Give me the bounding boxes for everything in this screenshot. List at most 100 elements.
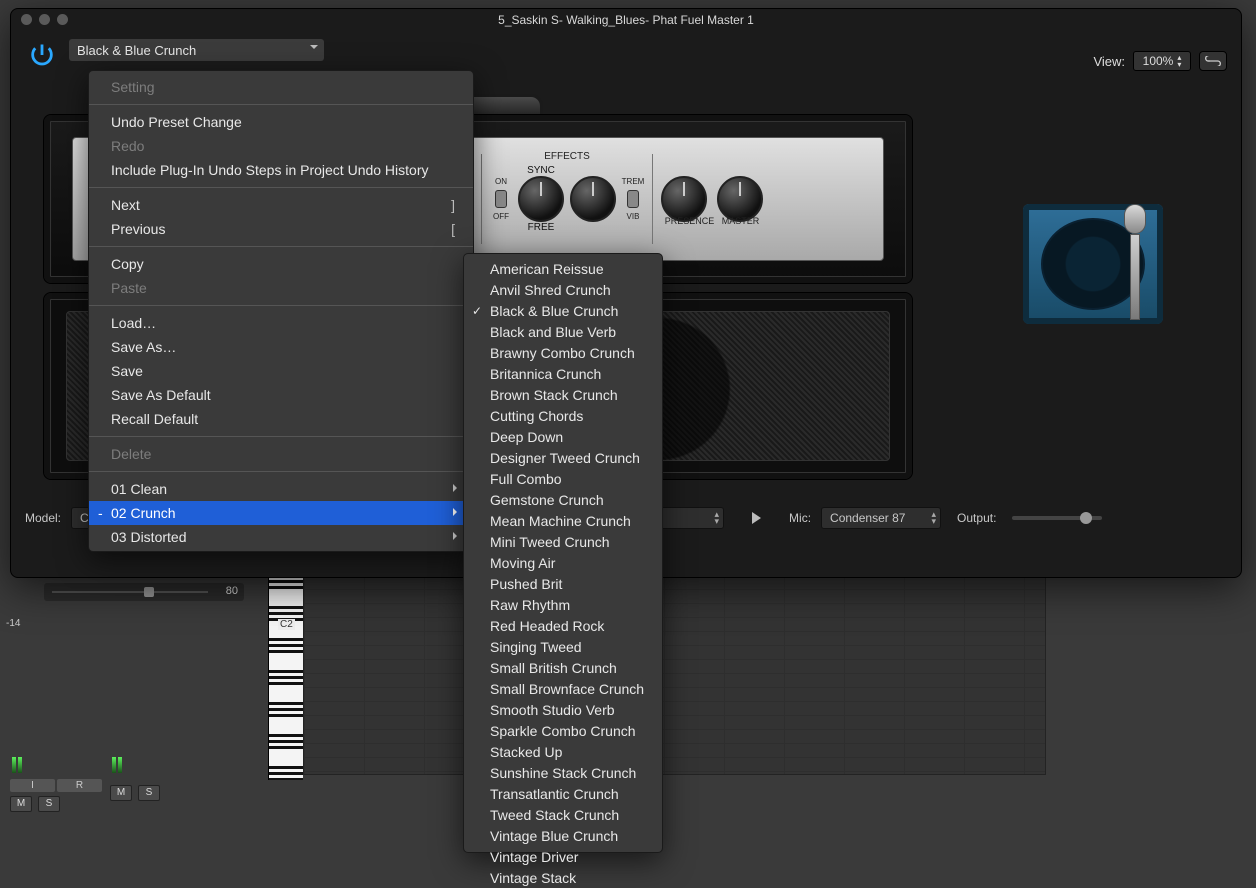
shortcut-key: ] — [451, 196, 455, 214]
view-label: View: — [1093, 54, 1125, 69]
minimize-icon[interactable] — [39, 14, 50, 25]
menu-redo[interactable]: Redo — [89, 134, 473, 158]
submenu-item-label: Moving Air — [490, 555, 555, 571]
window-traffic-lights[interactable] — [21, 14, 68, 25]
mic-value: Condenser 87 — [830, 511, 905, 525]
preset-dropdown[interactable]: Black & Blue Crunch — [69, 39, 324, 61]
presence-label: PRESENCE — [665, 216, 715, 226]
input-button[interactable]: I — [10, 779, 55, 792]
submenu-item[interactable]: Anvil Shred Crunch — [464, 279, 662, 300]
submenu-item[interactable]: Britannica Crunch — [464, 363, 662, 384]
menu-delete[interactable]: Delete — [89, 442, 473, 466]
submenu-item[interactable]: Cutting Chords — [464, 405, 662, 426]
submenu-item[interactable]: Red Headed Rock — [464, 615, 662, 636]
submenu-item[interactable]: Small Brownface Crunch — [464, 678, 662, 699]
dash-indicator: - — [98, 504, 103, 522]
menu-category-crunch[interactable]: - 02 Crunch — [89, 501, 473, 525]
depth-knob[interactable] — [570, 176, 616, 222]
window-titlebar[interactable]: 5_Saskin S- Walking_Blues- Phat Fuel Mas… — [11, 9, 1241, 31]
submenu-item[interactable]: Transatlantic Crunch — [464, 783, 662, 804]
power-button[interactable] — [25, 38, 59, 72]
menu-separator — [89, 436, 473, 437]
menu-include-undo[interactable]: Include Plug-In Undo Steps in Project Un… — [89, 158, 473, 182]
submenu-item[interactable]: Sparkle Combo Crunch — [464, 720, 662, 741]
submenu-item-label: Brown Stack Crunch — [490, 387, 618, 403]
submenu-item-label: Black & Blue Crunch — [490, 303, 618, 319]
trem-vib-switch[interactable]: TREM VIB — [622, 177, 644, 221]
play-button[interactable] — [752, 512, 761, 524]
submenu-item[interactable]: American Reissue — [464, 258, 662, 279]
record-button[interactable]: R — [57, 779, 102, 792]
submenu-item[interactable]: Vintage Stack — [464, 867, 662, 888]
submenu-item[interactable]: Raw Rhythm — [464, 594, 662, 615]
submenu-item[interactable]: Moving Air — [464, 552, 662, 573]
submenu-item-label: American Reissue — [490, 261, 604, 277]
submenu-item[interactable]: Mean Machine Crunch — [464, 510, 662, 531]
menu-undo-preset[interactable]: Undo Preset Change — [89, 110, 473, 134]
level-meter — [110, 755, 202, 775]
menu-paste[interactable]: Paste — [89, 276, 473, 300]
menu-previous[interactable]: Previous [ — [89, 217, 473, 241]
solo-button[interactable]: S — [138, 785, 160, 801]
link-icon — [1205, 56, 1221, 66]
submenu-item[interactable]: Stacked Up — [464, 741, 662, 762]
effects-on-off-switch[interactable]: ON OFF — [490, 177, 512, 221]
mic-select[interactable]: Condenser 87 ▴▾ — [821, 507, 941, 529]
menu-copy[interactable]: Copy — [89, 252, 473, 276]
submenu-item[interactable]: Deep Down — [464, 426, 662, 447]
chevron-right-icon — [453, 508, 461, 516]
menu-next[interactable]: Next ] — [89, 193, 473, 217]
mute-button[interactable]: M — [110, 785, 132, 801]
piano-c2-label: C2 — [278, 619, 295, 630]
velocity-slider[interactable]: 80 — [44, 583, 244, 601]
submenu-item[interactable]: Singing Tweed — [464, 636, 662, 657]
menu-save-default[interactable]: Save As Default — [89, 383, 473, 407]
submenu-item[interactable]: Brawny Combo Crunch — [464, 342, 662, 363]
output-label: Output: — [957, 511, 996, 525]
output-slider[interactable] — [1012, 516, 1102, 520]
submenu-item[interactable]: Sunshine Stack Crunch — [464, 762, 662, 783]
submenu-item[interactable]: Vintage Driver — [464, 846, 662, 867]
submenu-item-label: Sunshine Stack Crunch — [490, 765, 636, 781]
solo-button[interactable]: S — [38, 796, 60, 812]
submenu-item[interactable]: Black and Blue Verb — [464, 321, 662, 342]
zoom-dropdown[interactable]: 100% ▴▾ — [1133, 51, 1191, 71]
track-strip-2: M S — [110, 755, 202, 835]
submenu-item[interactable]: Small British Crunch — [464, 657, 662, 678]
zoom-icon[interactable] — [57, 14, 68, 25]
submenu-item-label: Deep Down — [490, 429, 563, 445]
submenu-item[interactable]: Full Combo — [464, 468, 662, 489]
mute-button[interactable]: M — [10, 796, 32, 812]
effects-label: EFFECTS — [544, 151, 590, 162]
submenu-item[interactable]: Gemstone Crunch — [464, 489, 662, 510]
submenu-item-label: Brawny Combo Crunch — [490, 345, 635, 361]
menu-load[interactable]: Load… — [89, 311, 473, 335]
submenu-item[interactable]: Mini Tweed Crunch — [464, 531, 662, 552]
menu-save[interactable]: Save — [89, 359, 473, 383]
submenu-item[interactable]: Vintage Blue Crunch — [464, 825, 662, 846]
submenu-item[interactable]: Smooth Studio Verb — [464, 699, 662, 720]
submenu-item-label: Designer Tweed Crunch — [490, 450, 640, 466]
menu-category-distorted[interactable]: 03 Distorted — [89, 525, 473, 549]
plugin-header: Black & Blue Crunch View: 100% ▴▾ — [11, 31, 1241, 69]
menu-recall-default[interactable]: Recall Default — [89, 407, 473, 431]
midi-grid[interactable] — [303, 560, 1046, 775]
submenu-item[interactable]: ✓Black & Blue Crunch — [464, 300, 662, 321]
submenu-item[interactable]: Designer Tweed Crunch — [464, 447, 662, 468]
cabinet-thumbnail[interactable] — [1013, 174, 1183, 344]
close-icon[interactable] — [21, 14, 32, 25]
submenu-item[interactable]: Pushed Brit — [464, 573, 662, 594]
submenu-item-label: Stacked Up — [490, 744, 562, 760]
preset-name: Black & Blue Crunch — [77, 43, 196, 58]
chevron-down-icon — [310, 45, 318, 53]
submenu-item-label: Singing Tweed — [490, 639, 582, 655]
link-button[interactable] — [1199, 51, 1227, 71]
rate-knob[interactable] — [518, 176, 564, 222]
menu-category-clean[interactable]: 01 Clean — [89, 477, 473, 501]
submenu-item-label: Britannica Crunch — [490, 366, 601, 382]
submenu-item-label: Mean Machine Crunch — [490, 513, 631, 529]
menu-save-as[interactable]: Save As… — [89, 335, 473, 359]
piano-keyboard[interactable] — [268, 560, 303, 780]
submenu-item[interactable]: Tweed Stack Crunch — [464, 804, 662, 825]
submenu-item[interactable]: Brown Stack Crunch — [464, 384, 662, 405]
